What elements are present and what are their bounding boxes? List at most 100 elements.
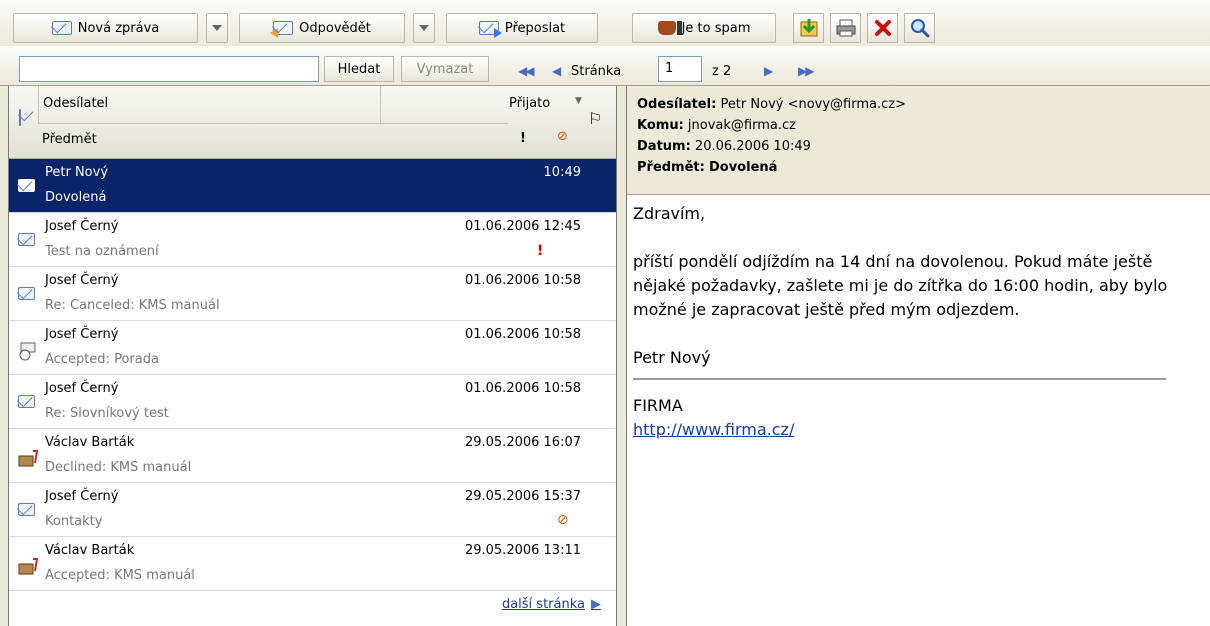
message-subject: Kontakty <box>45 514 103 529</box>
main-toolbar: Nová zpráva Odpovědět Přeposlat Je to sp… <box>0 0 1210 46</box>
message-date: 29.05.2006 15:37 <box>464 489 581 504</box>
new-message-dropdown-button[interactable] <box>206 13 228 43</box>
new-message-label: Nová zpráva <box>77 20 160 36</box>
mail-client-window: Nová zpráva Odpovědět Přeposlat Je to sp… <box>0 0 1210 626</box>
sender-label: Odesílatel: <box>637 97 717 112</box>
page-count-label: z 2 <box>712 64 732 79</box>
company-name: FIRMA <box>633 396 683 415</box>
reply-icon <box>270 21 294 38</box>
message-sender: Josef Černý <box>45 219 119 234</box>
message-subject: Declined: KMS manuál <box>45 460 192 475</box>
received-column-header[interactable]: Přijato <box>509 96 550 111</box>
meeting-accepted-icon <box>18 341 38 365</box>
delete-button[interactable] <box>867 13 898 43</box>
prev-page-icon[interactable]: ◀ <box>552 64 561 78</box>
message-row[interactable]: Václav Barták Accepted: KMS manuál 29.05.2… <box>9 537 616 591</box>
message-subject: Dovolená <box>45 190 107 205</box>
spam-button[interactable]: Je to spam <box>632 13 776 43</box>
message-row[interactable]: Josef Černý Re: Slovníkový test 01.06.2006… <box>9 375 616 429</box>
to-label: Komu: <box>637 118 684 133</box>
message-sender: Václav Barták <box>45 543 135 558</box>
search-button[interactable] <box>904 13 935 43</box>
message-row[interactable]: Josef Černý Test na oznámení 01.06.2006 12… <box>9 213 616 267</box>
message-sender: Josef Černý <box>45 381 119 396</box>
subject-value: Dovolená <box>708 160 778 175</box>
to-value: jnovak@firma.cz <box>687 118 796 133</box>
date-label: Datum: <box>637 139 691 154</box>
body-signature: Petr Nový <box>633 348 711 367</box>
meeting-response-icon <box>18 449 40 473</box>
message-sender: Josef Černý <box>45 273 119 288</box>
print-button[interactable] <box>830 13 861 43</box>
clear-button[interactable]: Vymazat <box>401 56 489 82</box>
message-subject: Re: Canceled: KMS manuál <box>45 298 220 313</box>
next-page-icon[interactable]: ▶ <box>764 64 773 78</box>
message-row[interactable]: Josef Černý Re: Canceled: KMS manuál 01.06… <box>9 267 616 321</box>
message-date: 01.06.2006 10:58 <box>464 381 581 396</box>
first-page-icon[interactable]: ◀◀ <box>518 64 535 78</box>
preview-pane: Odesílatel: Petr Nový <novy@firma.cz> Ko… <box>626 86 1210 626</box>
list-header: Odesílatel Přijato ▼ Předmět ! ⊘ ⚐ <box>9 86 616 159</box>
message-subject: Accepted: KMS manuál <box>45 568 195 583</box>
date-value: 20.06.2006 10:49 <box>694 139 811 154</box>
last-page-icon[interactable]: ▶▶ <box>798 64 815 78</box>
envelope-icon <box>18 233 35 246</box>
reply-label: Odpovědět <box>299 20 371 36</box>
message-subject: Re: Slovníkový test <box>45 406 169 421</box>
message-row[interactable]: Josef Černý Kontakty 29.05.2006 15:37 ⊘ <box>9 483 616 537</box>
reply-button[interactable]: Odpovědět <box>239 13 405 43</box>
message-row[interactable]: Josef Černý Accepted: Porada 01.06.2006 10… <box>9 321 616 375</box>
save-download-icon <box>800 19 817 37</box>
paperclip-icon: ⊘ <box>557 512 569 528</box>
meeting-response-icon <box>18 557 40 581</box>
important-flag: ! <box>537 243 544 259</box>
reply-dropdown-button[interactable] <box>413 13 435 43</box>
next-page-arrow-icon: ▶ <box>591 597 601 612</box>
envelope-icon <box>18 287 35 300</box>
message-date: 01.06.2006 12:45 <box>464 219 581 234</box>
message-sender: Petr Nový <box>45 165 109 180</box>
message-row[interactable]: Petr Nový Dovolená 10:49 <box>9 159 616 213</box>
message-sender: Josef Černý <box>45 327 119 342</box>
magnifier-icon <box>910 19 929 38</box>
forward-button[interactable]: Přeposlat <box>446 13 598 43</box>
subject-label: Předmět: <box>637 160 705 175</box>
printer-icon <box>836 19 855 37</box>
thumbs-down-icon <box>657 21 682 35</box>
envelope-icon <box>51 21 72 35</box>
pane-splitter[interactable] <box>617 86 626 626</box>
signature-divider <box>633 378 1166 380</box>
read-status-column-icon[interactable] <box>19 109 21 126</box>
delete-x-icon <box>874 20 891 36</box>
next-page-link[interactable]: další stránka ▶ <box>502 597 601 612</box>
next-page-link-label[interactable]: další stránka <box>502 597 585 612</box>
sender-value: Petr Nový <novy@firma.cz> <box>720 97 906 112</box>
message-header: Odesílatel: Petr Nový <novy@firma.cz> Ko… <box>627 86 1210 195</box>
message-subject: Test na oznámení <box>45 244 159 259</box>
message-date: 01.06.2006 10:58 <box>464 327 581 342</box>
save-button[interactable] <box>793 13 824 43</box>
company-link[interactable]: http://www.firma.cz/ <box>633 418 1205 442</box>
new-message-button[interactable]: Nová zpráva <box>13 13 198 43</box>
body-greeting: Zdravím, <box>633 204 706 223</box>
spam-label: Je to spam <box>681 20 751 36</box>
sender-column-header[interactable]: Odesílatel <box>38 86 381 123</box>
message-subject: Accepted: Porada <box>45 352 159 367</box>
page-number-input[interactable]: 1 <box>658 56 702 82</box>
message-list: Odesílatel Přijato ▼ Předmět ! ⊘ ⚐ Petr … <box>8 86 617 626</box>
find-button[interactable]: Hledat <box>324 56 394 82</box>
message-date: 10:49 <box>543 165 581 180</box>
subject-column-header[interactable]: Předmět <box>38 123 508 155</box>
message-sender: Václav Barták <box>45 435 135 450</box>
message-row[interactable]: Václav Barták Declined: KMS manuál 29.05.2… <box>9 429 616 483</box>
envelope-icon <box>18 503 35 516</box>
message-sender: Josef Černý <box>45 489 119 504</box>
page-label: Stránka <box>571 64 622 79</box>
attachment-column-icon[interactable]: ⊘ <box>557 129 568 144</box>
flag-column-icon[interactable]: ⚐ <box>588 109 602 128</box>
message-date: 01.06.2006 10:58 <box>464 273 581 288</box>
priority-column-header[interactable]: ! <box>520 131 526 146</box>
search-input[interactable] <box>19 56 319 82</box>
message-date: 29.05.2006 13:11 <box>464 543 581 558</box>
envelope-icon <box>18 395 35 408</box>
